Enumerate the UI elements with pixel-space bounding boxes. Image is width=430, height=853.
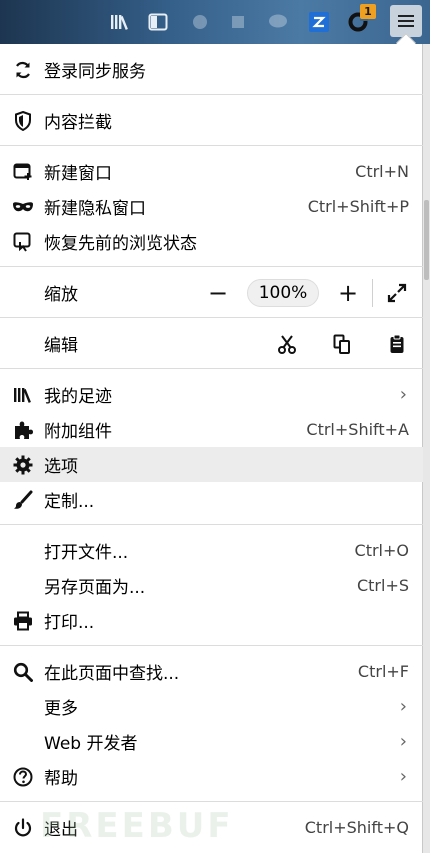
menu-item-open-file[interactable]: 打开文件... Ctrl+O bbox=[0, 533, 423, 568]
divider bbox=[0, 266, 423, 267]
menu-item-help[interactable]: 帮助 › bbox=[0, 759, 423, 794]
menu-item-web-developer[interactable]: Web 开发者 › bbox=[0, 724, 423, 759]
printer-icon bbox=[12, 610, 34, 632]
menu-item-label: 内容拦截 bbox=[44, 113, 112, 133]
chevron-right-icon: › bbox=[399, 766, 407, 787]
chat-icon[interactable] bbox=[266, 10, 290, 34]
menu-item-private-window[interactable]: 新建隐私窗口 Ctrl+Shift+P bbox=[0, 189, 423, 224]
sidebar-icon[interactable] bbox=[146, 10, 170, 34]
divider bbox=[0, 645, 423, 646]
menu-item-label: 附加组件 bbox=[44, 422, 112, 442]
zoom-label: 缩放 bbox=[44, 285, 78, 305]
gear-icon bbox=[12, 454, 34, 476]
zoom-in-button[interactable]: + bbox=[334, 279, 362, 307]
menu-item-label: 更多 bbox=[44, 699, 78, 719]
divider bbox=[0, 94, 423, 95]
menu-item-restore-session[interactable]: 恢复先前的浏览状态 bbox=[0, 224, 423, 259]
menu-item-label: 登录同步服务 bbox=[44, 62, 146, 82]
notification-badge: 1 bbox=[360, 4, 376, 19]
chevron-right-icon: › bbox=[399, 696, 407, 717]
help-icon bbox=[12, 766, 34, 788]
shortcut-text: Ctrl+Shift+Q bbox=[304, 818, 409, 837]
cut-icon[interactable] bbox=[275, 332, 299, 356]
scrollbar[interactable] bbox=[423, 44, 430, 853]
menu-item-label: Web 开发者 bbox=[44, 734, 138, 754]
menu-item-options[interactable]: 选项 bbox=[0, 447, 423, 482]
paste-icon[interactable] bbox=[385, 332, 409, 356]
menu-item-customize[interactable]: 定制... bbox=[0, 482, 423, 517]
divider bbox=[0, 317, 423, 318]
menu-item-label: 打开文件... bbox=[44, 543, 129, 563]
zoom-out-button[interactable]: − bbox=[204, 279, 232, 307]
shortcut-text: Ctrl+Shift+A bbox=[306, 420, 409, 439]
edit-label: 编辑 bbox=[44, 336, 78, 356]
menu-item-content-blocking[interactable]: 内容拦截 bbox=[0, 103, 423, 138]
menu-item-label: 打印... bbox=[44, 613, 95, 633]
menu-item-addons[interactable]: 附加组件 Ctrl+Shift+A bbox=[0, 412, 423, 447]
fullscreen-icon[interactable] bbox=[383, 279, 411, 307]
menu-item-label: 选项 bbox=[44, 457, 78, 477]
menu-item-label: 我的足迹 bbox=[44, 387, 112, 407]
menu-item-save-page[interactable]: 另存页面为... Ctrl+S bbox=[0, 568, 423, 603]
zotero-icon[interactable] bbox=[307, 10, 331, 34]
menu-item-zoom: 缩放 − 100% + bbox=[0, 275, 423, 310]
menu-item-label: 帮助 bbox=[44, 769, 78, 789]
library-icon bbox=[12, 384, 34, 406]
divider bbox=[0, 524, 423, 525]
menu-item-label: 定制... bbox=[44, 492, 95, 512]
divider bbox=[0, 145, 423, 146]
puzzle-piece-icon bbox=[12, 419, 34, 441]
menu-item-label: 在此页面中查找... bbox=[44, 664, 180, 684]
divider bbox=[0, 368, 423, 369]
menu-item-find-in-page[interactable]: 在此页面中查找... Ctrl+F bbox=[0, 654, 423, 689]
scrollbar-thumb[interactable] bbox=[424, 200, 429, 280]
divider bbox=[0, 801, 423, 802]
menu-item-label: 新建隐私窗口 bbox=[44, 199, 146, 219]
shortcut-text: Ctrl+S bbox=[356, 576, 409, 595]
menu-item-label: 恢复先前的浏览状态 bbox=[44, 234, 197, 254]
zoom-reset-button[interactable]: 100% bbox=[247, 278, 319, 307]
watermark: FREEBUF bbox=[40, 806, 234, 846]
shortcut-text: Ctrl+F bbox=[357, 662, 409, 681]
menu-item-edit: 编辑 bbox=[0, 326, 423, 361]
search-icon bbox=[12, 661, 34, 683]
copy-icon[interactable] bbox=[330, 332, 354, 356]
menu-item-new-window[interactable]: 新建窗口 Ctrl+N bbox=[0, 154, 423, 189]
menu-item-label: 新建窗口 bbox=[44, 164, 112, 184]
menu-item-more[interactable]: 更多 › bbox=[0, 689, 423, 724]
divider bbox=[372, 278, 373, 307]
extension-icon[interactable] bbox=[226, 10, 250, 34]
menu-item-library[interactable]: 我的足迹 › bbox=[0, 377, 423, 412]
menu-item-label: 另存页面为... bbox=[44, 578, 146, 598]
browser-toolbar: 1 bbox=[0, 0, 430, 44]
shortcut-text: Ctrl+O bbox=[354, 541, 409, 560]
shield-icon bbox=[12, 110, 34, 132]
shortcut-text: Ctrl+N bbox=[355, 162, 409, 181]
chevron-right-icon: › bbox=[399, 731, 407, 752]
private-mask-icon bbox=[12, 196, 34, 218]
new-window-icon bbox=[12, 161, 34, 183]
shortcut-text: Ctrl+Shift+P bbox=[307, 197, 409, 216]
paintbrush-icon bbox=[12, 489, 34, 511]
sync-icon bbox=[12, 59, 34, 81]
library-icon[interactable] bbox=[108, 10, 132, 34]
menu-item-print[interactable]: 打印... bbox=[0, 603, 423, 638]
power-icon bbox=[12, 817, 34, 839]
chevron-right-icon: › bbox=[399, 384, 407, 405]
restore-session-icon bbox=[12, 231, 34, 253]
menu-item-sync[interactable]: 登录同步服务 bbox=[0, 52, 423, 87]
extension-icon[interactable] bbox=[188, 10, 212, 34]
